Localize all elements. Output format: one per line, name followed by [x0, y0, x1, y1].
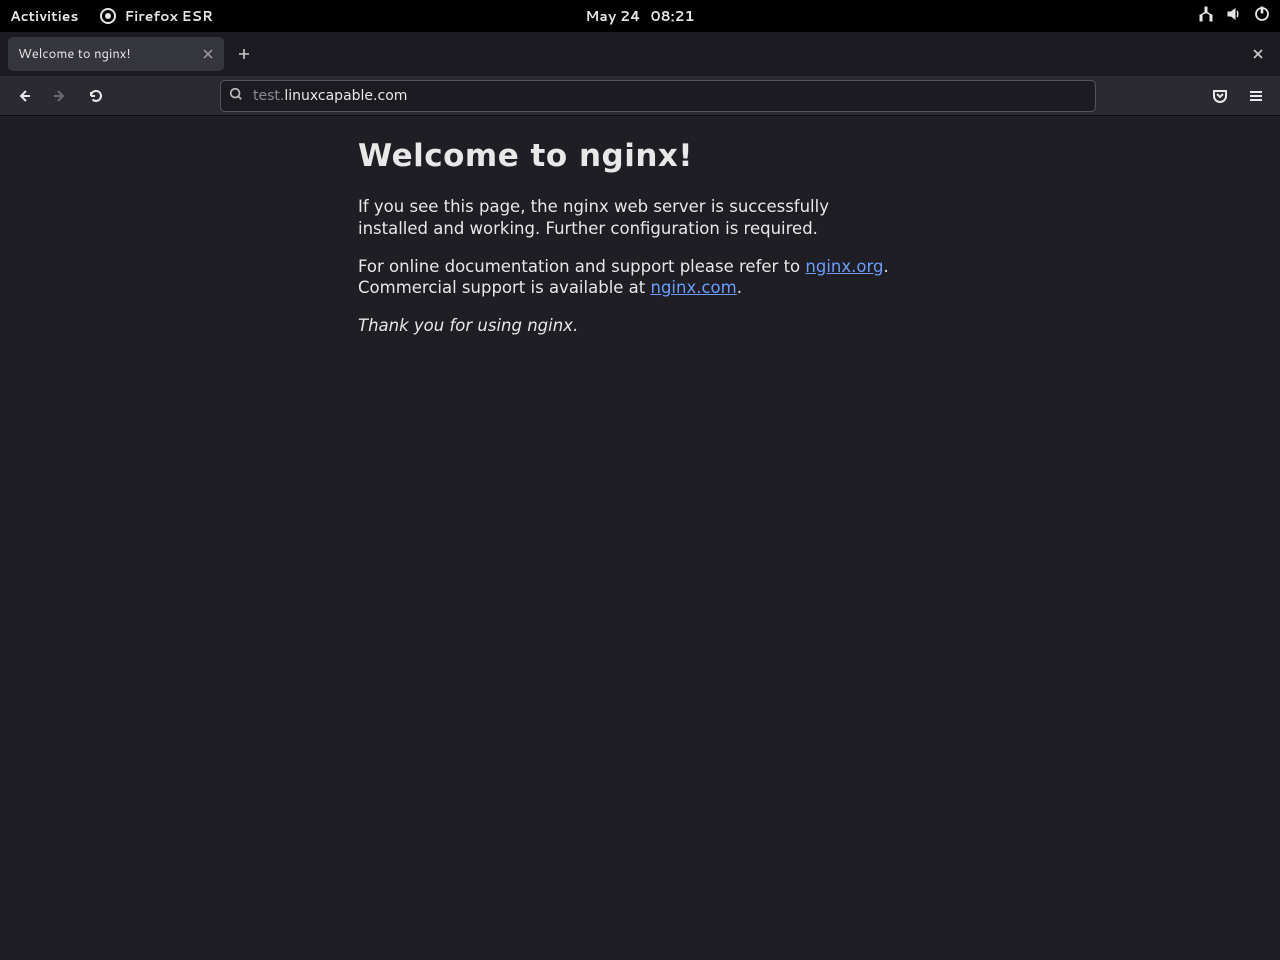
browser-tab[interactable]: Welcome to nginx!: [8, 37, 224, 71]
volume-icon[interactable]: [1226, 6, 1242, 27]
navigation-toolbar: test.linuxcapable.com: [0, 76, 1280, 116]
pocket-button[interactable]: [1204, 80, 1236, 112]
nginx-com-link[interactable]: nginx.com: [651, 278, 737, 297]
clock-time: 08:21: [651, 6, 695, 26]
url-text: test.linuxcapable.com: [253, 88, 407, 104]
page-heading: Welcome to nginx!: [358, 138, 918, 174]
url-domain: linuxcapable.com: [284, 88, 407, 104]
tab-close-button[interactable]: [202, 48, 214, 60]
network-icon[interactable]: [1198, 6, 1214, 27]
tab-title: Welcome to nginx!: [18, 45, 131, 63]
gnome-top-bar: Activities Firefox ESR May 24 08:21: [0, 0, 1280, 32]
page-content: Welcome to nginx! If you see this page, …: [0, 116, 1280, 337]
forward-button: [44, 80, 76, 112]
back-button[interactable]: [8, 80, 40, 112]
page-paragraph-1: If you see this page, the nginx web serv…: [358, 196, 898, 240]
clock-date: May 24: [585, 6, 640, 26]
nginx-org-link[interactable]: nginx.org: [805, 257, 883, 276]
page-paragraph-3: Thank you for using nginx.: [358, 315, 898, 337]
search-icon: [229, 84, 243, 107]
tab-strip: Welcome to nginx!: [0, 32, 1280, 76]
clock[interactable]: May 24 08:21: [585, 6, 694, 26]
firefox-icon: [100, 8, 116, 24]
page-paragraph-2: For online documentation and support ple…: [358, 256, 898, 300]
url-bar[interactable]: test.linuxcapable.com: [220, 80, 1096, 112]
new-tab-button[interactable]: [230, 40, 258, 68]
active-app-label: Firefox ESR: [124, 6, 212, 26]
app-menu-button[interactable]: [1240, 80, 1272, 112]
power-icon[interactable]: [1254, 6, 1270, 27]
list-all-tabs-button[interactable]: [1244, 40, 1272, 68]
url-subdomain: test.: [253, 88, 284, 104]
reload-button[interactable]: [80, 80, 112, 112]
activities-button[interactable]: Activities: [10, 6, 78, 26]
active-app-menu[interactable]: Firefox ESR: [100, 6, 212, 26]
